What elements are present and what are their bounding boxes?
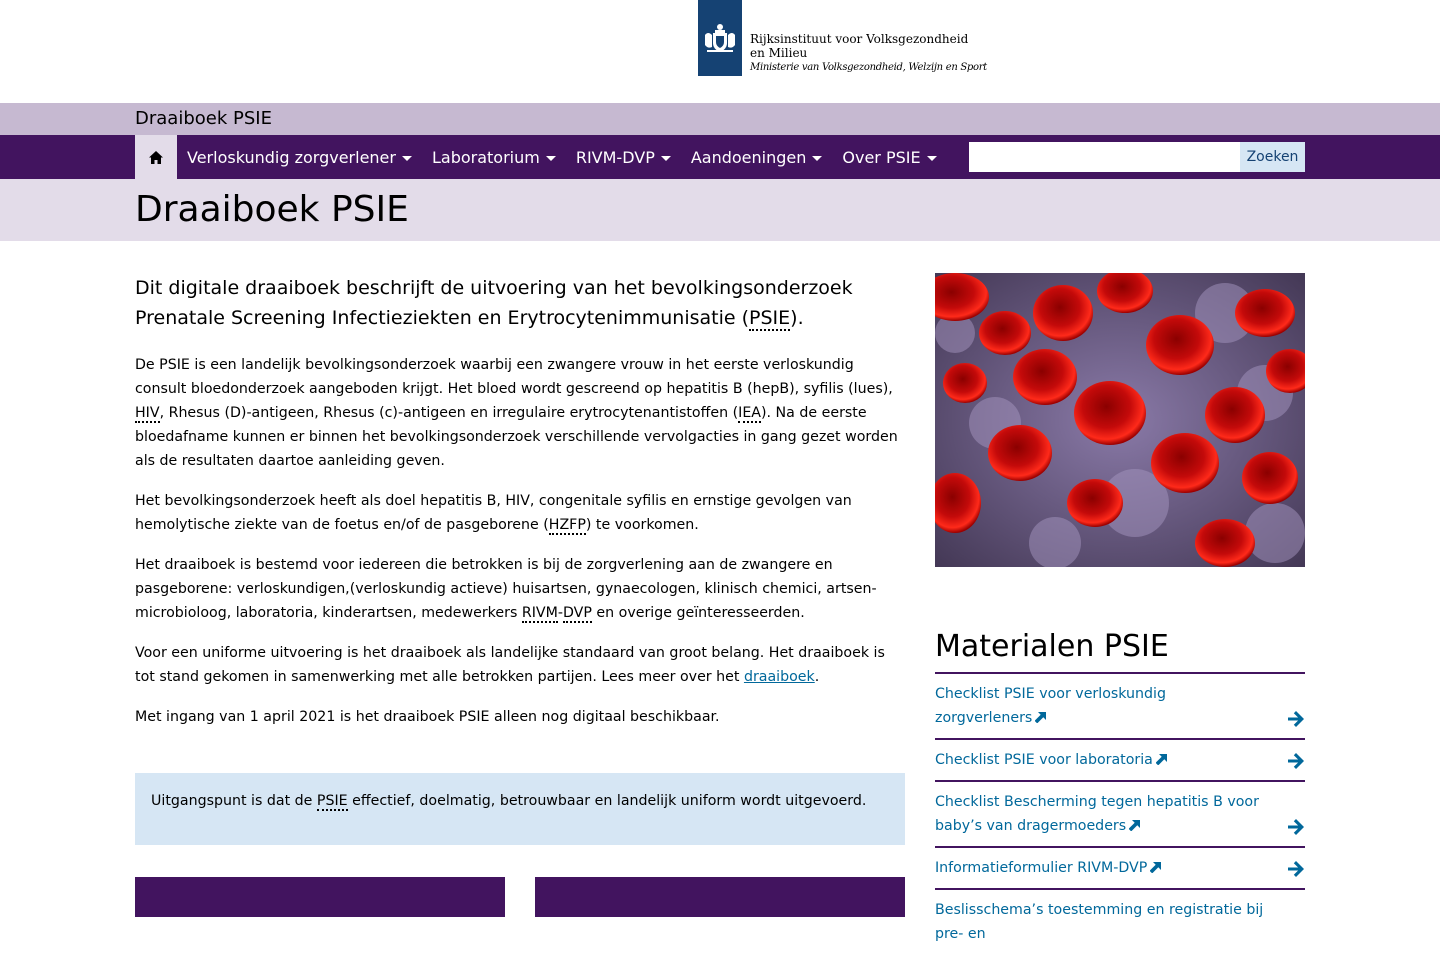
paragraph-description: De PSIE is een landelijk bevolkingsonder…: [135, 353, 905, 473]
main-navigation: Verloskundig zorgverlener Laboratorium R…: [0, 135, 1440, 179]
material-label: Checklist PSIE voor laboratoria: [935, 752, 1153, 768]
abbr-psie[interactable]: PSIE: [316, 793, 348, 811]
caret-down-icon: [401, 155, 412, 161]
abbr-psie[interactable]: PSIE: [749, 307, 791, 331]
material-link-checklist-hepatitis-b[interactable]: Checklist Bescherming tegen hepatitis B …: [935, 782, 1305, 848]
coat-of-arms-icon: [698, 0, 742, 76]
abbr-dvp[interactable]: DVP: [562, 605, 592, 623]
nav-item-laboratorium[interactable]: Laboratorium: [422, 135, 566, 179]
material-link-informatieformulier[interactable]: Informatieformulier RIVM-DVP: [935, 848, 1305, 890]
intro-lead: Dit digitale draaiboek beschrijft de uit…: [135, 273, 905, 333]
home-button[interactable]: [135, 135, 177, 179]
paragraph-digital: Met ingang van 1 april 2021 is het draai…: [135, 709, 720, 725]
material-link-checklist-verloskundig[interactable]: Checklist PSIE voor verloskundig zorgver…: [935, 674, 1305, 740]
page-title-band: Draaiboek PSIE: [0, 179, 1440, 241]
home-icon: [149, 150, 163, 164]
nav-item-label: Aandoeningen: [690, 147, 807, 167]
sidebar: Materialen PSIE Checklist PSIE voor verl…: [935, 273, 1305, 954]
text: Het bevolkingsonderzoek heeft als doel h…: [135, 493, 852, 533]
draaiboek-link[interactable]: draaiboek: [744, 669, 815, 685]
text: De PSIE is een landelijk bevolkingsonder…: [135, 357, 893, 397]
text: Uitgangspunt is dat de: [151, 793, 317, 809]
nav-item-label: Laboratorium: [431, 147, 540, 167]
callout-box: Uitgangspunt is dat de PSIE effectief, d…: [135, 773, 905, 845]
nav-card[interactable]: [535, 877, 905, 917]
ministry-name: Ministerie van Volksgezondheid, Welzijn …: [750, 62, 987, 73]
caret-down-icon: [545, 155, 556, 161]
lead-text: Dit digitale draaiboek beschrijft de uit…: [135, 277, 853, 329]
abbr-hiv[interactable]: HIV: [135, 405, 160, 423]
materials-list: Checklist PSIE voor verloskundig zorgver…: [935, 674, 1305, 954]
arrow-right-icon: [1288, 819, 1304, 835]
nav-item-label: RIVM-DVP: [575, 147, 655, 167]
rivm-logo[interactable]: Rijksinstituut voor Volksgezondheid en M…: [698, 0, 987, 76]
material-label: Checklist PSIE voor verloskundig zorgver…: [935, 686, 1166, 726]
text: .: [814, 669, 820, 685]
material-link-checklist-laboratoria[interactable]: Checklist PSIE voor laboratoria: [935, 740, 1305, 782]
arrow-right-icon: [1288, 753, 1304, 769]
nav-item-label: Over PSIE: [842, 147, 921, 167]
nav-item-aandoeningen[interactable]: Aandoeningen: [681, 135, 833, 179]
text: ) te voorkomen.: [585, 517, 699, 533]
site-name[interactable]: Draaiboek PSIE: [135, 108, 272, 129]
org-name: Rijksinstituut voor Volksgezondheid en M…: [750, 32, 969, 60]
search-input[interactable]: [969, 142, 1240, 172]
external-link-icon: [1150, 862, 1162, 873]
page-title: Draaiboek PSIE: [135, 189, 409, 230]
nav-item-verloskundig-zorgverlener[interactable]: Verloskundig zorgverlener: [177, 135, 422, 179]
paragraph-audience: Het draaiboek is bestemd voor iedereen d…: [135, 553, 905, 625]
site-title-bar: Draaiboek PSIE: [0, 103, 1440, 135]
external-link-icon: [1035, 712, 1047, 723]
material-label: Checklist Bescherming tegen hepatitis B …: [935, 794, 1259, 834]
nav-card[interactable]: [135, 877, 505, 917]
search-button[interactable]: Zoeken: [1240, 142, 1305, 172]
abbr-rivm[interactable]: RIVM: [521, 605, 558, 623]
abbr-hzfp[interactable]: HZFP: [548, 517, 586, 535]
caret-down-icon: [926, 155, 937, 161]
card-row: [135, 877, 905, 917]
caret-down-icon: [812, 155, 823, 161]
abbr-iea[interactable]: IEA: [738, 405, 761, 423]
text: , Rhesus (D)-antigeen, Rhesus (c)-antige…: [159, 405, 739, 421]
red-blood-cells-image: [935, 273, 1305, 567]
search-form: Zoeken: [969, 142, 1305, 172]
nav-item-over-psie[interactable]: Over PSIE: [832, 135, 946, 179]
caret-down-icon: [660, 155, 671, 161]
text: en overige geïnteresseerden.: [591, 605, 805, 621]
lead-end: ).: [790, 307, 804, 329]
arrow-right-icon: [1288, 861, 1304, 877]
material-label: Beslisschema’s toestemming en registrati…: [935, 902, 1264, 942]
material-label: Informatieformulier RIVM-DVP: [935, 860, 1148, 876]
nav-item-label: Verloskundig zorgverlener: [187, 147, 396, 167]
external-link-icon: [1129, 820, 1141, 831]
main-content: Dit digitale draaiboek beschrijft de uit…: [135, 273, 905, 917]
materials-title: Materialen PSIE: [935, 629, 1305, 674]
text: effectief, doelmatig, betrouwbaar en lan…: [347, 793, 867, 809]
nav-item-rivm-dvp[interactable]: RIVM-DVP: [566, 135, 681, 179]
arrow-right-icon: [1288, 711, 1304, 727]
paragraph-standard: Voor een uniforme uitvoering is het draa…: [135, 641, 905, 689]
external-link-icon: [1155, 754, 1167, 765]
paragraph-goal: Het bevolkingsonderzoek heeft als doel h…: [135, 489, 905, 537]
site-header: Rijksinstituut voor Volksgezondheid en M…: [0, 0, 1440, 103]
